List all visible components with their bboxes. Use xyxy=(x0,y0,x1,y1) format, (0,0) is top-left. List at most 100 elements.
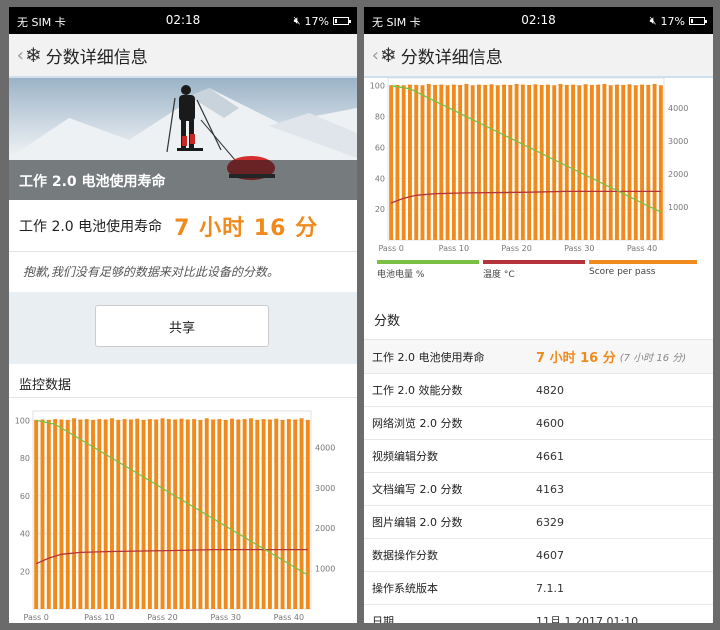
score-bar xyxy=(546,84,550,240)
result-key: 数据操作分数 xyxy=(372,549,438,562)
left-phone-screen: 无 SIM 卡 02:18 🔇︎ 17% ‹ ❄ 分数详细信息 工作 2.0 电… xyxy=(9,7,357,623)
score-bar xyxy=(103,419,108,609)
score-bar xyxy=(564,84,569,240)
score-bar xyxy=(59,419,64,609)
result-value: 4163 xyxy=(536,482,564,496)
result-key: 工作 2.0 电池使用寿命 xyxy=(372,350,485,364)
score-bar xyxy=(128,419,133,609)
y-left-tick-label: 20 xyxy=(375,205,385,214)
score-label: 工作 2.0 电池使用寿命 xyxy=(19,218,163,235)
monitoring-chart: 100 80 60 40 20 4000 3000 2000 1000 Pass 0 Pass 10… xyxy=(9,398,357,623)
score-bar xyxy=(464,83,469,240)
score-bar xyxy=(110,418,114,609)
snowflake-icon: ❄ xyxy=(25,43,42,67)
score-bar xyxy=(116,419,121,609)
score-bar xyxy=(242,419,247,609)
mute-icon: 🔇︎ xyxy=(649,14,657,27)
score-bar xyxy=(589,84,594,240)
score-bar xyxy=(627,84,632,240)
score-bar xyxy=(652,83,657,240)
score-summary: 工作 2.0 电池使用寿命 7 小时 16 分 xyxy=(9,200,357,252)
back-icon[interactable]: ‹ xyxy=(365,45,379,66)
result-key: 文档编写 2.0 分数 xyxy=(372,483,463,496)
list-item: 文档编写 2.0 分数 4163 xyxy=(364,473,713,506)
x-tick-label: Pass 10 xyxy=(439,244,469,253)
score-bar xyxy=(166,419,171,609)
legend-battery-label: 电池电量 % xyxy=(377,270,425,280)
legend-temperature: 温度 °C xyxy=(483,260,585,280)
y-right-tick-label: 1000 xyxy=(668,203,688,212)
status-bar: 无 SIM 卡 02:18 🔇︎ 17% xyxy=(364,7,713,34)
score-bar xyxy=(230,418,234,609)
result-key: 工作 2.0 效能分数 xyxy=(372,384,463,397)
score-bar xyxy=(274,418,279,609)
score-bar xyxy=(577,85,582,240)
result-value: 4820 xyxy=(536,383,564,397)
score-bar xyxy=(34,419,39,609)
battery-icon xyxy=(689,17,707,25)
score-bar xyxy=(236,419,241,609)
right-phone-screen: 无 SIM 卡 02:18 🔇︎ 17% ‹ ❄ 分数详细信息 100 80 60 4… xyxy=(364,7,713,623)
score-bar xyxy=(426,83,431,240)
score-bar xyxy=(192,419,197,609)
score-bar xyxy=(305,419,310,609)
y-left-tick-label: 80 xyxy=(20,454,30,463)
score-bar xyxy=(615,84,619,240)
score-bar xyxy=(78,419,83,609)
scores-heading: 分数 xyxy=(364,298,713,340)
score-value: 7 小时 16 分 xyxy=(174,215,319,241)
legend-score-swatch xyxy=(589,260,697,264)
score-bar xyxy=(223,419,228,609)
result-value: 4661 xyxy=(536,449,564,463)
score-bar xyxy=(608,85,613,240)
battery-icon xyxy=(333,17,351,25)
score-bar xyxy=(552,85,557,240)
watermark-brand: PCHOME xyxy=(587,576,708,606)
score-bar xyxy=(280,419,285,609)
back-icon[interactable]: ‹ xyxy=(10,45,24,66)
y-right-tick-label: 3000 xyxy=(315,484,335,493)
score-bar xyxy=(477,84,481,240)
result-key: 视频编辑分数 xyxy=(372,450,438,463)
score-bar xyxy=(211,419,216,609)
list-item: 视频编辑分数 4661 xyxy=(364,440,713,473)
battery-percent: 17% xyxy=(304,14,329,28)
hero-caption: 工作 2.0 电池使用寿命 xyxy=(9,160,357,200)
score-bar xyxy=(489,84,494,240)
x-tick-label: Pass 0 xyxy=(23,613,48,622)
result-key: 日期 xyxy=(372,615,394,623)
score-bar xyxy=(255,419,260,609)
status-icons: 🔇︎ 17% xyxy=(649,14,707,28)
y-left-tick-label: 100 xyxy=(15,416,30,425)
score-bar xyxy=(495,85,500,240)
y-right-tick-label: 3000 xyxy=(668,137,688,146)
score-bar xyxy=(514,83,519,240)
y-left-tick-label: 60 xyxy=(20,492,30,501)
score-bar xyxy=(179,418,184,609)
share-area: 共享 xyxy=(9,292,357,364)
list-item: 图片编辑 2.0 分数 6329 xyxy=(364,506,713,539)
score-bar xyxy=(401,85,406,240)
share-button[interactable]: 共享 xyxy=(95,305,269,347)
score-bar xyxy=(414,84,419,240)
monitoring-chart-svg: 100 80 60 40 20 4000 3000 2000 1000 Pass 0 Pass 10… xyxy=(15,410,335,622)
y-right-tick-label: 4000 xyxy=(315,443,335,452)
score-bar xyxy=(483,84,488,240)
chart-legend: 电池电量 % 温度 °C Score per pass xyxy=(364,260,713,298)
score-bar xyxy=(420,85,425,240)
score-bar xyxy=(527,84,532,240)
score-bar xyxy=(508,84,513,240)
x-tick-label: Pass 20 xyxy=(147,613,177,622)
result-value: 7 小时 16 分 xyxy=(536,351,616,366)
score-bar xyxy=(299,418,304,609)
score-bar xyxy=(596,84,601,240)
score-bar xyxy=(261,419,266,609)
score-bar xyxy=(122,419,127,609)
result-subvalue: (7 小时 16 分) xyxy=(619,353,687,364)
x-tick-label: Pass 40 xyxy=(274,613,304,622)
score-bar xyxy=(621,84,626,240)
score-bar xyxy=(84,419,89,609)
score-bar xyxy=(470,85,475,240)
score-bar xyxy=(658,85,663,240)
legend-battery-swatch xyxy=(377,260,479,264)
